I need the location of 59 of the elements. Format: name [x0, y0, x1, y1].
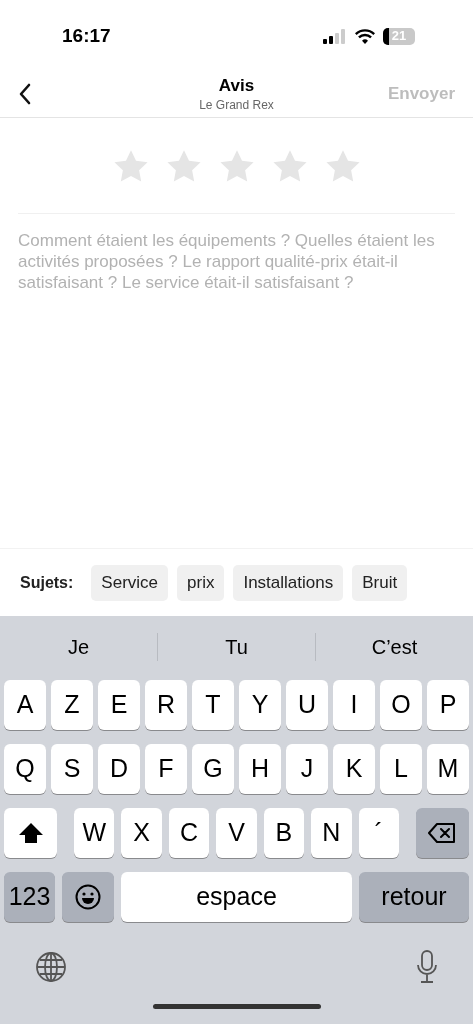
- keyboard-key[interactable]: U: [286, 680, 328, 730]
- keyboard-key[interactable]: S: [51, 744, 93, 794]
- keyboard-key[interactable]: Z: [51, 680, 93, 730]
- keyboard-key[interactable]: Y: [239, 680, 281, 730]
- star-icon[interactable]: [112, 148, 149, 183]
- back-icon[interactable]: [18, 82, 32, 105]
- review-field[interactable]: Comment étaient les équipements ? Quelles étaient les activités proposées ? Le rapport qualité-prix était-il satisfaisant ? Le service était-il satisfaisant ?: [18, 230, 455, 548]
- microphone-icon[interactable]: [416, 950, 438, 984]
- status-time: 16:17: [62, 23, 111, 48]
- star-icon[interactable]: [218, 148, 255, 183]
- keyboard-key[interactable]: ´: [358, 808, 399, 858]
- keyboard-key[interactable]: B: [263, 808, 305, 858]
- keyboard-key[interactable]: V: [216, 808, 257, 858]
- backspace-key[interactable]: [415, 808, 469, 858]
- keyboard-key[interactable]: L: [380, 744, 422, 794]
- word-suggestion[interactable]: Je: [0, 632, 157, 662]
- backspace-icon: [428, 823, 457, 843]
- keyboard-key[interactable]: O: [380, 680, 422, 730]
- topic-chip[interactable]: Installations: [233, 564, 344, 601]
- keyboard-key[interactable]: K: [333, 744, 375, 794]
- keyboard-key[interactable]: P: [427, 680, 469, 730]
- keyboard-key[interactable]: F: [145, 744, 187, 794]
- star-icon[interactable]: [324, 148, 361, 183]
- topic-chip[interactable]: Bruit: [352, 564, 408, 601]
- keyboard-key[interactable]: G: [192, 744, 234, 794]
- shift-key[interactable]: [4, 808, 57, 858]
- word-suggestion[interactable]: C’est: [316, 632, 473, 662]
- keyboard-key[interactable]: M: [427, 744, 469, 794]
- topics-label: Sujets:: [20, 572, 74, 593]
- keyboard-key[interactable]: Q: [4, 744, 46, 794]
- numbers-key[interactable]: 123: [4, 872, 55, 922]
- keyboard-key[interactable]: E: [98, 680, 140, 730]
- keyboard-key[interactable]: T: [192, 680, 234, 730]
- keyboard-key[interactable]: X: [121, 808, 162, 858]
- globe-icon[interactable]: [35, 951, 67, 983]
- emoji-key[interactable]: [62, 872, 114, 922]
- shift-icon: [17, 822, 44, 844]
- keyboard-key[interactable]: D: [98, 744, 140, 794]
- topic-chip[interactable]: prix: [177, 564, 225, 601]
- keyboard-key[interactable]: J: [286, 744, 328, 794]
- star-icon[interactable]: [165, 148, 202, 183]
- signal-icon: [323, 28, 347, 44]
- page-title: Avis: [218, 74, 255, 97]
- keyboard-key[interactable]: C: [168, 808, 210, 858]
- wifi-icon: [355, 28, 375, 44]
- keyboard-key[interactable]: A: [4, 680, 46, 730]
- topic-chip[interactable]: Service: [91, 564, 169, 601]
- return-key[interactable]: retour: [359, 872, 469, 922]
- word-suggestion[interactable]: Tu: [158, 632, 315, 662]
- keyboard-key[interactable]: H: [239, 744, 281, 794]
- space-key[interactable]: espace: [121, 872, 352, 922]
- keyboard-key[interactable]: I: [333, 680, 375, 730]
- keyboard-key[interactable]: W: [74, 808, 115, 858]
- page-subtitle: Le Grand Rex: [199, 96, 274, 113]
- keyboard-key[interactable]: R: [145, 680, 187, 730]
- star-icon[interactable]: [271, 148, 308, 183]
- keyboard-key[interactable]: N: [311, 808, 352, 858]
- emoji-icon: [75, 884, 101, 910]
- star-rating[interactable]: [112, 148, 361, 183]
